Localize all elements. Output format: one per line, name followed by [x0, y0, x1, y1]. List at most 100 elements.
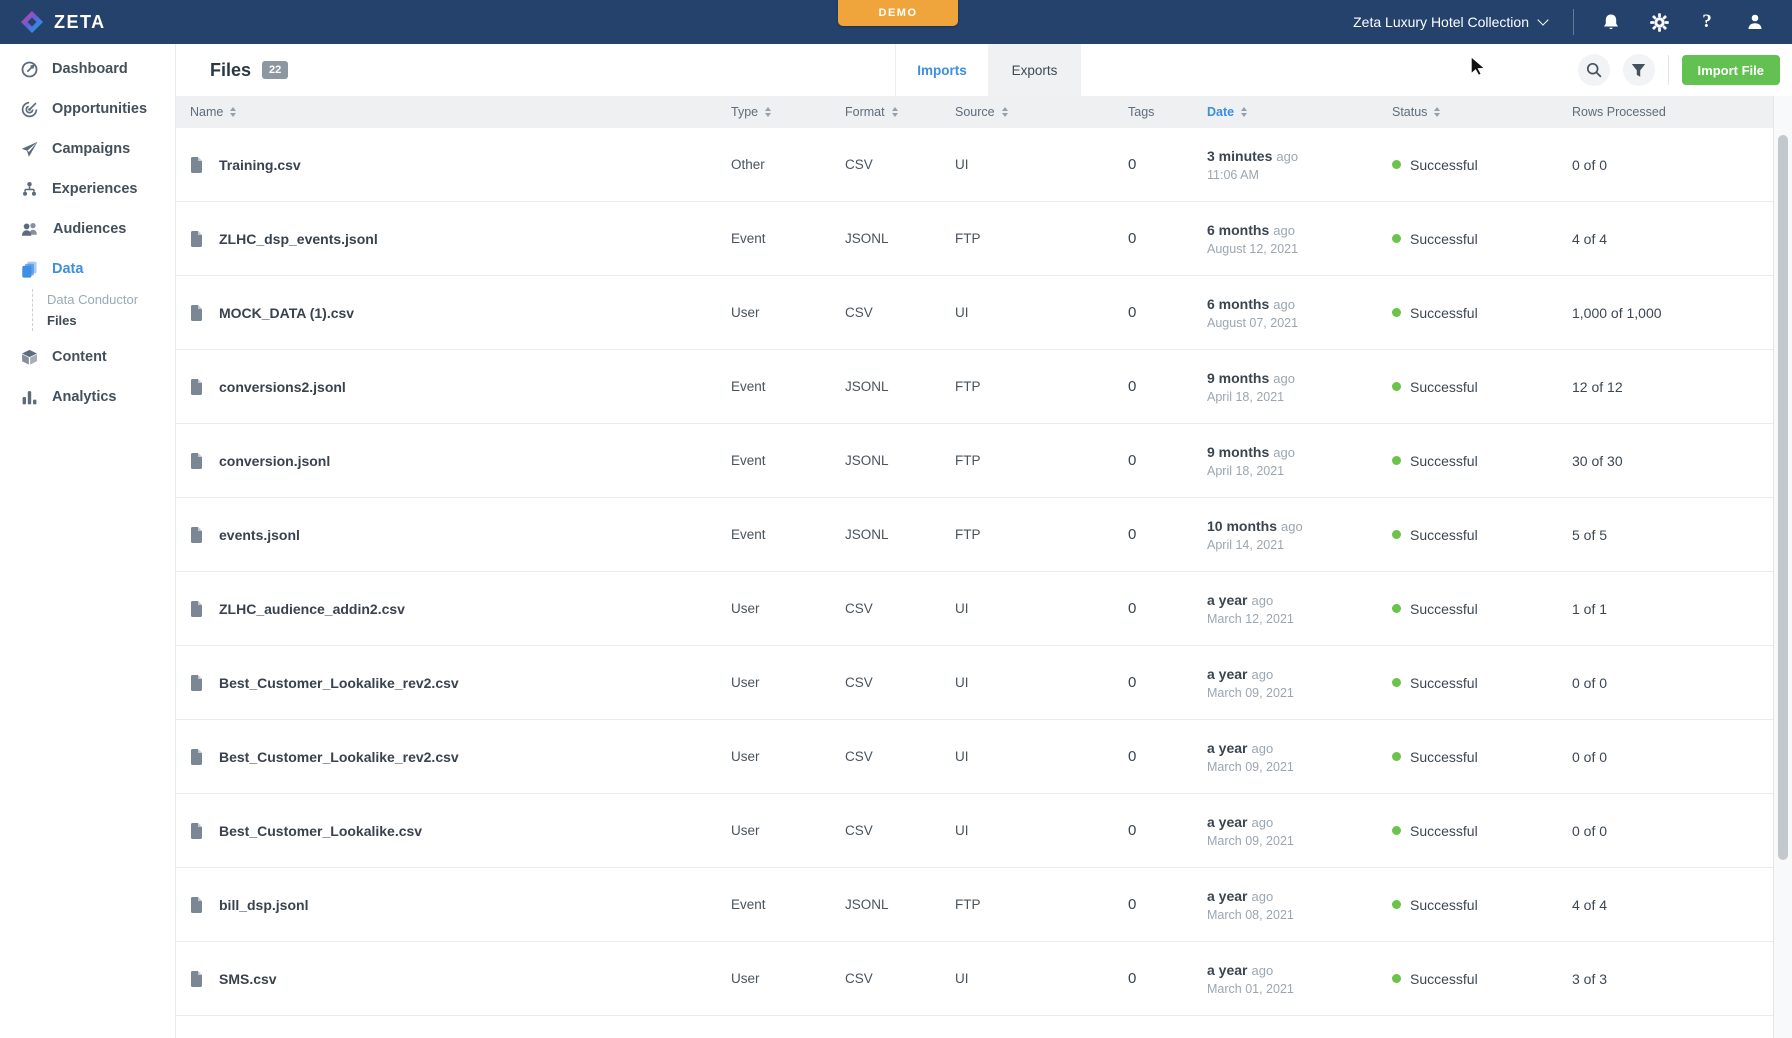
- experiences-flow-icon: [21, 181, 38, 198]
- type-cell: Event: [731, 231, 845, 246]
- import-file-button[interactable]: Import File: [1682, 55, 1780, 85]
- dashboard-gauge-icon: [21, 61, 38, 78]
- status-dot: [1392, 678, 1401, 687]
- files-count-badge: 22: [262, 61, 288, 79]
- sidebar-item-experiences[interactable]: Experiences: [0, 169, 175, 209]
- tags-cell: 0: [1128, 970, 1207, 987]
- date-relative: 10 months: [1207, 518, 1277, 534]
- status-cell: Successful: [1392, 823, 1572, 839]
- sidebar-subitem-data-conductor[interactable]: Data Conductor: [47, 289, 175, 310]
- sidebar-item-dashboard[interactable]: Dashboard: [0, 49, 175, 89]
- type-cell: User: [731, 823, 845, 838]
- search-button[interactable]: [1578, 54, 1610, 86]
- status-cell: Successful: [1392, 601, 1572, 617]
- format-cell: CSV: [845, 823, 955, 838]
- settings-gear-icon[interactable]: [1648, 11, 1670, 33]
- zeta-logo-icon: [20, 10, 44, 34]
- date-relative: a year: [1207, 666, 1247, 682]
- file-icon: [190, 675, 203, 691]
- sidebar-item-analytics[interactable]: Analytics: [0, 377, 175, 417]
- notifications-bell-icon[interactable]: [1600, 11, 1622, 33]
- campaigns-paper-plane-icon: [21, 141, 38, 158]
- date-ago-suffix: ago: [1273, 223, 1295, 238]
- data-submenu: Data Conductor Files: [32, 289, 175, 331]
- table-row[interactable]: ZLHC_dsp_events.jsonl Event JSONL FTP 0 …: [176, 202, 1792, 276]
- file-name: events.jsonl: [219, 527, 300, 543]
- table-row[interactable]: bill_dsp.jsonl Event JSONL FTP 0 a yeara…: [176, 868, 1792, 942]
- format-cell: JSONL: [845, 527, 955, 542]
- tab-imports[interactable]: Imports: [895, 44, 988, 96]
- scrollbar-thumb[interactable]: [1778, 135, 1788, 860]
- name-cell: conversion.jsonl: [190, 453, 731, 469]
- tags-cell: 0: [1128, 822, 1207, 839]
- sidebar-item-audiences[interactable]: Audiences: [0, 209, 175, 249]
- file-icon: [190, 453, 203, 469]
- tags-cell: 0: [1128, 452, 1207, 469]
- tabs: Imports Exports: [895, 44, 1081, 96]
- date-relative: a year: [1207, 814, 1247, 830]
- date-ago-suffix: ago: [1251, 889, 1273, 904]
- file-icon: [190, 379, 203, 395]
- column-header-name[interactable]: Name: [190, 105, 731, 119]
- source-cell: UI: [955, 823, 1128, 838]
- type-cell: Event: [731, 379, 845, 394]
- sort-icon: [892, 107, 898, 117]
- table-row[interactable]: Best_Customer_Lookalike_rev2.csv User CS…: [176, 720, 1792, 794]
- file-name: bill_dsp.jsonl: [219, 897, 308, 913]
- brand-name: ZETA: [54, 12, 106, 33]
- status-dot: [1392, 308, 1401, 317]
- status-label: Successful: [1410, 157, 1478, 173]
- page-title: Files: [210, 60, 251, 81]
- column-header-status[interactable]: Status: [1392, 105, 1572, 119]
- sidebar-subitem-files[interactable]: Files: [47, 310, 175, 331]
- sidebar-item-data[interactable]: Data: [0, 249, 175, 289]
- rows-processed-cell: 30 of 30: [1572, 453, 1758, 469]
- column-header-format[interactable]: Format: [845, 105, 955, 119]
- table-row[interactable]: SMS.csv User CSV UI 0 a yearago March 01…: [176, 942, 1792, 1016]
- table-row[interactable]: conversions2.jsonl Event JSONL FTP 0 9 m…: [176, 350, 1792, 424]
- table-row[interactable]: events.jsonl Event JSONL FTP 0 10 months…: [176, 498, 1792, 572]
- table-row[interactable]: Best_Customer_Lookalike.csv User CSV UI …: [176, 794, 1792, 868]
- table-row[interactable]: ZLHC_audience_addin2.csv User CSV UI 0 a…: [176, 572, 1792, 646]
- date-relative: 9 months: [1207, 370, 1269, 386]
- sidebar-item-campaigns[interactable]: Campaigns: [0, 129, 175, 169]
- date-relative: a year: [1207, 962, 1247, 978]
- tab-exports[interactable]: Exports: [988, 44, 1081, 96]
- table-header: Name Type Format Source Tags Date: [176, 96, 1792, 128]
- source-cell: UI: [955, 971, 1128, 986]
- date-cell: 10 monthsago April 14, 2021: [1207, 518, 1392, 552]
- sidebar-item-content[interactable]: Content: [0, 337, 175, 377]
- org-selector[interactable]: Zeta Luxury Hotel Collection: [1353, 14, 1547, 30]
- status-label: Successful: [1410, 675, 1478, 691]
- table-row[interactable]: conversion.jsonl Event JSONL FTP 0 9 mon…: [176, 424, 1792, 498]
- filter-button[interactable]: [1623, 54, 1655, 86]
- table-row[interactable]: Best_Customer_Lookalike_rev2.csv User CS…: [176, 646, 1792, 720]
- tags-cell: 0: [1128, 748, 1207, 765]
- table-row[interactable]: Training.csv Other CSV UI 0 3 minutesago…: [176, 128, 1792, 202]
- rows-processed-cell: 1 of 1: [1572, 601, 1758, 617]
- status-dot: [1392, 604, 1401, 613]
- column-header-date[interactable]: Date: [1207, 105, 1392, 119]
- column-header-source[interactable]: Source: [955, 105, 1128, 119]
- help-icon[interactable]: ?: [1696, 11, 1718, 33]
- date-ago-suffix: ago: [1273, 445, 1295, 460]
- sort-icon: [230, 107, 236, 117]
- user-profile-icon[interactable]: [1744, 11, 1766, 33]
- column-header-type[interactable]: Type: [731, 105, 845, 119]
- file-name: Best_Customer_Lookalike.csv: [219, 823, 422, 839]
- date-cell: 9 monthsago April 18, 2021: [1207, 444, 1392, 478]
- top-nav-bar: ZETA DEMO Zeta Luxury Hotel Collection: [0, 0, 1792, 44]
- scrollbar-track: [1773, 96, 1792, 1038]
- name-cell: bill_dsp.jsonl: [190, 897, 731, 913]
- topbar-right: Zeta Luxury Hotel Collection: [1353, 9, 1792, 35]
- status-cell: Successful: [1392, 675, 1572, 691]
- date-cell: 3 minutesago 11:06 AM: [1207, 148, 1392, 182]
- tags-cell: 0: [1128, 674, 1207, 691]
- rows-processed-cell: 12 of 12: [1572, 379, 1758, 395]
- table-row[interactable]: MOCK_DATA (1).csv User CSV UI 0 6 months…: [176, 276, 1792, 350]
- format-cell: CSV: [845, 157, 955, 172]
- source-cell: UI: [955, 749, 1128, 764]
- status-cell: Successful: [1392, 971, 1572, 987]
- date-ago-suffix: ago: [1251, 815, 1273, 830]
- sidebar-item-opportunities[interactable]: Opportunities: [0, 89, 175, 129]
